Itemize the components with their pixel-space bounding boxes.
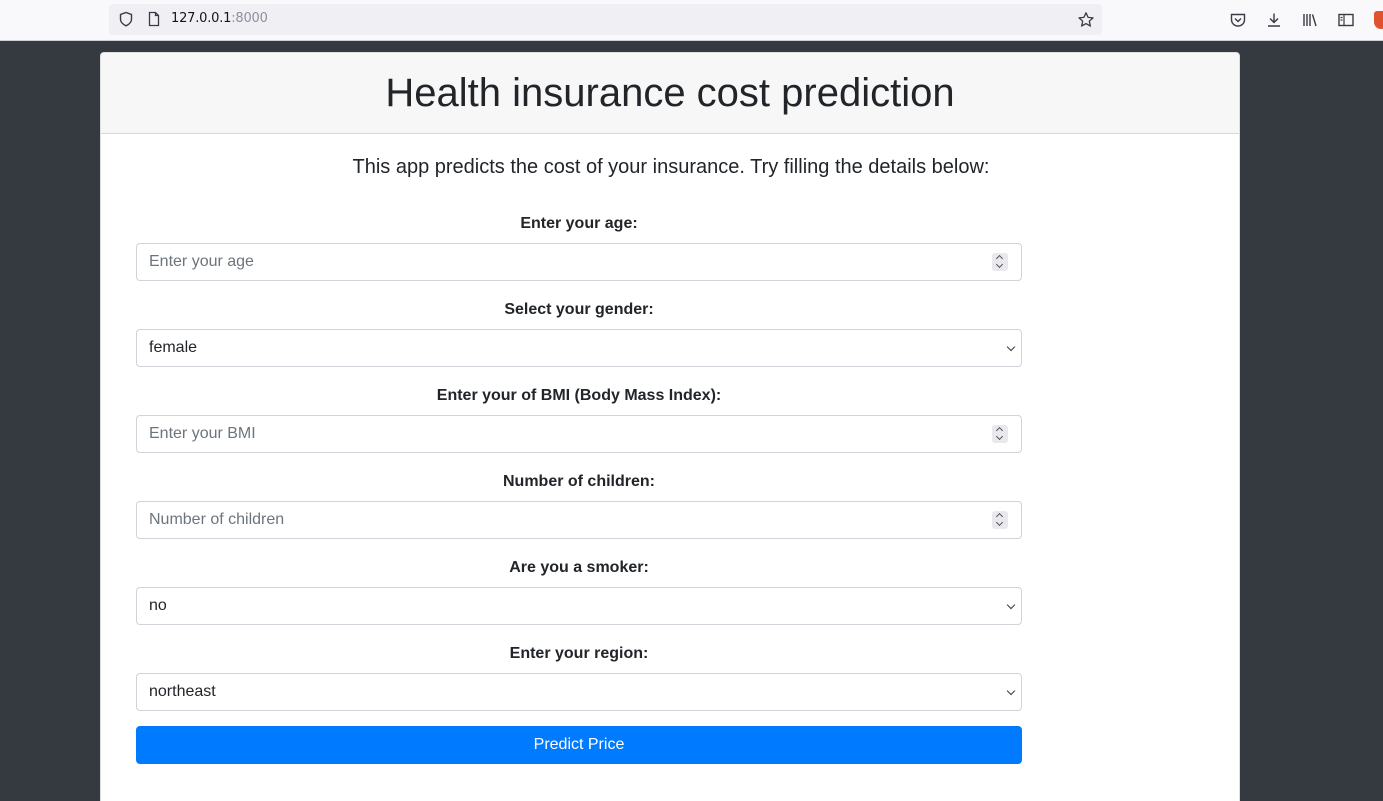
url-host: 127.0.0.1 bbox=[171, 11, 232, 26]
bmi-label: Enter your of BMI (Body Mass Index): bbox=[436, 387, 722, 404]
children-input[interactable]: Number of children bbox=[136, 501, 1022, 539]
prediction-form: Enter your age: Enter your age Select yo… bbox=[136, 213, 1022, 729]
extension-icon[interactable] bbox=[1374, 11, 1383, 29]
pocket-icon[interactable] bbox=[1229, 11, 1247, 29]
region-label: Enter your region: bbox=[509, 645, 649, 662]
bmi-group: Enter your of BMI (Body Mass Index): Ent… bbox=[136, 385, 1022, 471]
url-port: :8000 bbox=[231, 11, 268, 26]
download-icon[interactable] bbox=[1265, 11, 1283, 29]
chevron-down-icon bbox=[1006, 600, 1016, 610]
predict-price-button[interactable]: Predict Price bbox=[136, 726, 1022, 764]
card-header: Health insurance cost prediction bbox=[101, 53, 1239, 134]
children-spinner-icon[interactable] bbox=[992, 511, 1008, 529]
age-spinner-icon[interactable] bbox=[992, 253, 1008, 271]
chevron-down-icon bbox=[1006, 342, 1016, 352]
shield-icon[interactable] bbox=[118, 11, 134, 27]
bmi-input[interactable]: Enter your BMI bbox=[136, 415, 1022, 453]
children-label: Number of children: bbox=[502, 473, 655, 490]
sidebar-icon[interactable] bbox=[1337, 11, 1355, 29]
age-group: Enter your age: Enter your age bbox=[136, 213, 1022, 299]
smoker-group: Are you a smoker: no bbox=[136, 557, 1022, 643]
children-group: Number of children: Number of children bbox=[136, 471, 1022, 557]
address-bar[interactable]: 127.0.0.1:8000 bbox=[109, 4, 1102, 35]
region-select[interactable]: northeast bbox=[136, 673, 1022, 711]
gender-value: female bbox=[149, 339, 198, 356]
library-icon[interactable] bbox=[1301, 11, 1319, 29]
url-text[interactable]: 127.0.0.1:8000 bbox=[171, 11, 268, 26]
bmi-placeholder: Enter your BMI bbox=[149, 425, 256, 442]
browser-toolbar: 127.0.0.1:8000 bbox=[0, 0, 1383, 41]
page-title: Health insurance cost prediction bbox=[385, 71, 955, 115]
gender-label: Select your gender: bbox=[504, 301, 654, 318]
children-placeholder: Number of children bbox=[149, 511, 285, 528]
age-input[interactable]: Enter your age bbox=[136, 243, 1022, 281]
smoker-label: Are you a smoker: bbox=[509, 559, 649, 576]
bookmark-star-icon[interactable] bbox=[1077, 11, 1095, 29]
smoker-select[interactable]: no bbox=[136, 587, 1022, 625]
age-label: Enter your age: bbox=[520, 215, 638, 232]
page-subtitle: This app predicts the cost of your insur… bbox=[352, 156, 990, 178]
gender-group: Select your gender: female bbox=[136, 299, 1022, 385]
chevron-down-icon bbox=[1006, 686, 1016, 696]
bmi-spinner-icon[interactable] bbox=[992, 425, 1008, 443]
age-placeholder: Enter your age bbox=[149, 253, 254, 270]
page-icon bbox=[148, 11, 160, 27]
prediction-card: Health insurance cost prediction This ap… bbox=[100, 52, 1240, 801]
region-value: northeast bbox=[149, 683, 216, 700]
smoker-value: no bbox=[149, 597, 167, 614]
gender-select[interactable]: female bbox=[136, 329, 1022, 367]
region-group: Enter your region: northeast bbox=[136, 643, 1022, 729]
